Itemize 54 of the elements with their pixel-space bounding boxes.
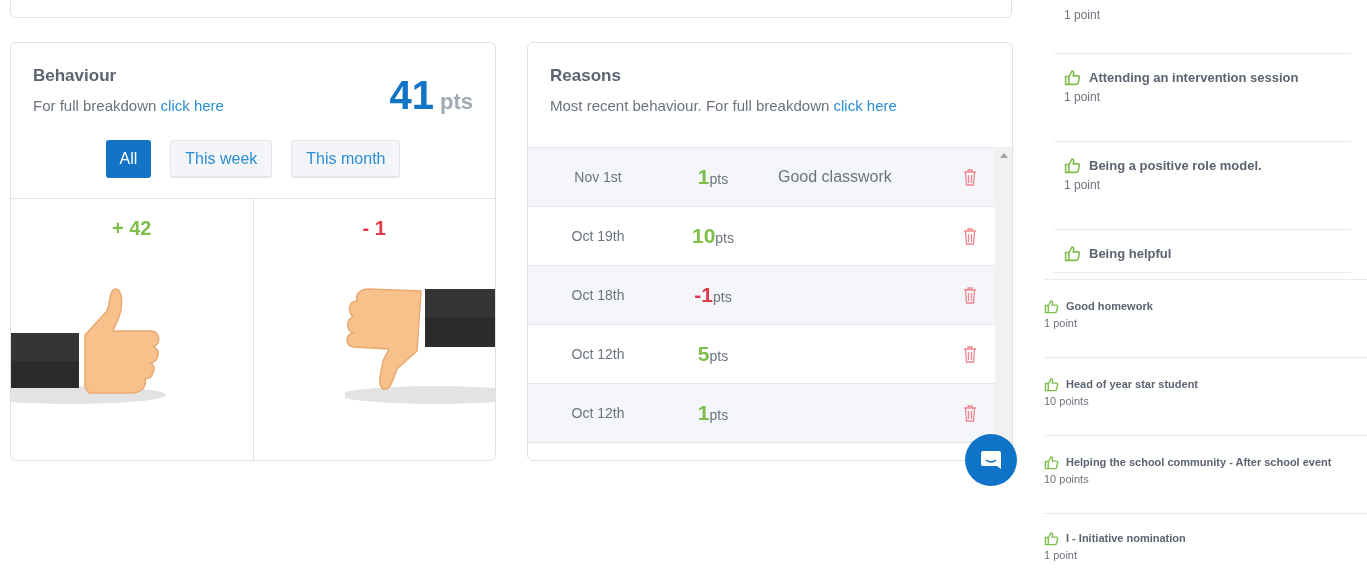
reason-title: I - Initiative nomination xyxy=(1066,531,1186,546)
subtitle-text: For full breakdown click here xyxy=(33,95,224,116)
delete-icon[interactable] xyxy=(963,404,977,422)
points-cell-text: 5pts xyxy=(696,341,730,368)
chat-icon xyxy=(979,448,1003,472)
filter-button[interactable]: All xyxy=(105,140,152,178)
points-text: 1 point xyxy=(1044,547,1079,563)
date-cell-text: Oct 19th xyxy=(570,226,626,246)
delete-icon[interactable] xyxy=(963,168,977,186)
reason-title: Being helpful xyxy=(1089,245,1172,263)
points-text: 10 points xyxy=(1044,393,1090,409)
reason-title: Being a positive role model. xyxy=(1089,157,1262,175)
points-text: 1 point xyxy=(1044,315,1079,331)
delete-icon[interactable] xyxy=(963,345,977,363)
thumbs-up-icon xyxy=(1044,298,1059,314)
points-cell-text: 10pts xyxy=(690,223,735,250)
points-text: 1 point xyxy=(1064,176,1102,194)
filter-button[interactable]: This week xyxy=(170,140,273,178)
points-unit: pts xyxy=(440,88,473,116)
thumbs-up-icon xyxy=(1064,69,1081,87)
thumbs-up-icon xyxy=(1044,376,1059,392)
points-text: 10 points xyxy=(1044,471,1090,487)
points-text: 1 point xyxy=(1064,7,1102,24)
scrollbar[interactable] xyxy=(995,147,1012,443)
points-cell-text: 1pts xyxy=(696,164,730,191)
breakdown-link[interactable]: click here xyxy=(160,96,224,114)
date-cell-text: Oct 12th xyxy=(570,403,626,423)
reason-title: Helping the school community - After school event xyxy=(1066,455,1332,470)
positive-count: + 42 xyxy=(112,216,152,241)
total-points: 41 xyxy=(389,75,434,115)
points-cell-text: -1pts xyxy=(693,282,733,309)
thumbs-up-icon xyxy=(1064,157,1081,175)
scroll-up-icon[interactable] xyxy=(999,153,1008,158)
date-cell-text: Nov 1st xyxy=(573,167,623,187)
reason-title: Head of year star student xyxy=(1066,377,1199,392)
reason-title: Attending an intervention session xyxy=(1089,69,1299,87)
points-cell-text: 1pts xyxy=(696,400,730,427)
thumbs-up-icon xyxy=(1044,454,1059,470)
reason-title: Good homework xyxy=(1066,299,1153,314)
delete-icon[interactable] xyxy=(963,227,977,245)
thumbs-up-icon xyxy=(1064,245,1081,263)
filter-button[interactable]: This month xyxy=(291,140,401,178)
card-title: Behaviour xyxy=(33,65,118,87)
reason-cell: Good classwork xyxy=(778,168,892,185)
card-title: Reasons xyxy=(550,65,622,87)
date-cell-text: Oct 12th xyxy=(570,344,626,364)
chat-button[interactable] xyxy=(965,434,1017,486)
points-text: 1 point xyxy=(1064,88,1102,106)
thumbs-up-icon xyxy=(1044,530,1059,546)
breakdown-link[interactable]: click here xyxy=(833,96,897,114)
delete-icon[interactable] xyxy=(963,286,977,304)
negative-count: - 1 xyxy=(362,216,386,241)
date-cell-text: Oct 18th xyxy=(570,285,626,305)
subtitle-text: Most recent behaviour. For full breakdown click here xyxy=(550,95,898,116)
